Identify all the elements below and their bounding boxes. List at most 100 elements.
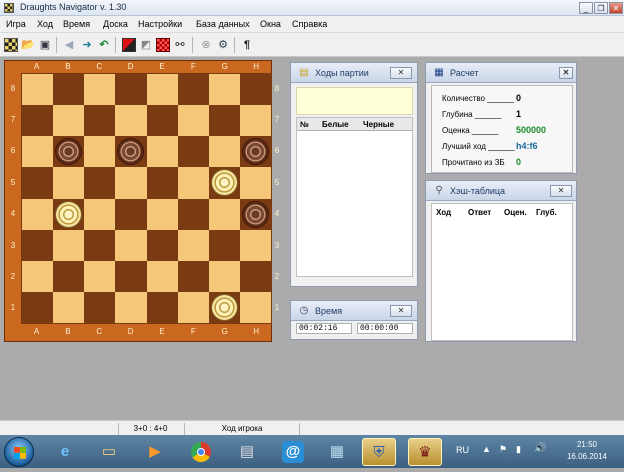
square-h4[interactable] — [239, 198, 271, 230]
square-h8[interactable] — [239, 74, 271, 106]
square-g2[interactable] — [208, 260, 240, 292]
square-f6[interactable] — [177, 136, 209, 168]
edit-icon[interactable]: ◩ — [139, 38, 153, 52]
control-panel-icon[interactable]: ▦ — [320, 438, 354, 466]
open-icon[interactable]: 📂 — [21, 38, 35, 52]
binoculars-icon[interactable]: ⚯ — [173, 38, 187, 52]
square-a1[interactable] — [22, 291, 54, 323]
square-b1[interactable] — [53, 291, 85, 323]
square-g5[interactable] — [208, 167, 240, 199]
network-icon[interactable]: ▮ — [516, 444, 521, 455]
square-g1[interactable] — [208, 291, 240, 323]
square-e1[interactable] — [146, 291, 178, 323]
square-c4[interactable] — [84, 198, 116, 230]
document-icon[interactable]: ▤ — [230, 438, 264, 466]
explorer-icon[interactable]: ▭ — [92, 438, 126, 466]
square-e8[interactable] — [146, 74, 178, 106]
moves-comment-field[interactable] — [296, 87, 413, 115]
menu-time[interactable]: Время — [63, 19, 90, 29]
draughts-app-icon[interactable]: ♛ — [408, 438, 442, 466]
square-c5[interactable] — [84, 167, 116, 199]
square-h7[interactable] — [239, 105, 271, 137]
time-panel-close-button[interactable]: ✕ — [390, 305, 412, 317]
square-c1[interactable] — [84, 291, 116, 323]
board-red-icon[interactable] — [122, 38, 136, 52]
square-c6[interactable] — [84, 136, 116, 168]
settings-icon[interactable]: ⚙ — [216, 38, 230, 52]
square-e7[interactable] — [146, 105, 178, 137]
square-a4[interactable] — [22, 198, 54, 230]
chrome-icon[interactable] — [184, 438, 218, 466]
square-e3[interactable] — [146, 229, 178, 261]
square-d8[interactable] — [115, 74, 147, 106]
square-a8[interactable] — [22, 74, 54, 106]
ie-icon[interactable]: e — [48, 438, 82, 466]
white-piece-b4[interactable] — [56, 201, 82, 227]
square-a2[interactable] — [22, 260, 54, 292]
language-indicator[interactable]: RU — [456, 445, 469, 455]
square-b6[interactable] — [53, 136, 85, 168]
square-h3[interactable] — [239, 229, 271, 261]
square-f4[interactable] — [177, 198, 209, 230]
media-player-icon[interactable]: ▶ — [138, 438, 172, 466]
square-e5[interactable] — [146, 167, 178, 199]
square-g8[interactable] — [208, 74, 240, 106]
menu-game[interactable]: Игра — [6, 19, 26, 29]
help-icon[interactable]: ¶ — [240, 38, 254, 52]
square-f1[interactable] — [177, 291, 209, 323]
square-a7[interactable] — [22, 105, 54, 137]
square-d2[interactable] — [115, 260, 147, 292]
security-icon[interactable]: ⛨ — [362, 438, 396, 466]
minimize-button[interactable]: _ — [579, 2, 593, 14]
menu-windows[interactable]: Окна — [260, 19, 281, 29]
square-g3[interactable] — [208, 229, 240, 261]
square-f3[interactable] — [177, 229, 209, 261]
flag-icon[interactable]: ⚑ — [499, 444, 507, 455]
square-e4[interactable] — [146, 198, 178, 230]
close-window-button[interactable]: ✕ — [609, 2, 623, 14]
square-h6[interactable] — [239, 136, 271, 168]
square-b5[interactable] — [53, 167, 85, 199]
square-h5[interactable] — [239, 167, 271, 199]
black-piece-h4[interactable] — [242, 201, 268, 227]
square-b2[interactable] — [53, 260, 85, 292]
white-piece-g1[interactable] — [211, 294, 237, 320]
square-f8[interactable] — [177, 74, 209, 106]
square-b7[interactable] — [53, 105, 85, 137]
square-g7[interactable] — [208, 105, 240, 137]
new-board-icon[interactable] — [4, 38, 18, 52]
square-d3[interactable] — [115, 229, 147, 261]
square-d6[interactable] — [115, 136, 147, 168]
forward-icon[interactable]: ➜ — [80, 38, 94, 52]
square-c7[interactable] — [84, 105, 116, 137]
square-c8[interactable] — [84, 74, 116, 106]
volume-icon[interactable]: 🔊 — [534, 443, 546, 454]
moves-table[interactable]: № Белые Черные — [296, 117, 413, 277]
mail-icon[interactable]: @ — [276, 438, 310, 466]
square-e2[interactable] — [146, 260, 178, 292]
square-a6[interactable] — [22, 136, 54, 168]
menu-help[interactable]: Справка — [292, 19, 327, 29]
black-piece-h6[interactable] — [242, 139, 268, 165]
hash-table[interactable]: Ход Ответ Оцен. Глуб. — [431, 203, 573, 341]
square-d7[interactable] — [115, 105, 147, 137]
board-grid[interactable] — [21, 73, 272, 324]
square-d4[interactable] — [115, 198, 147, 230]
square-h2[interactable] — [239, 260, 271, 292]
square-g6[interactable] — [208, 136, 240, 168]
square-b4[interactable] — [53, 198, 85, 230]
square-a3[interactable] — [22, 229, 54, 261]
restore-button[interactable]: ❐ — [594, 2, 608, 14]
back-icon[interactable]: ◀ — [62, 38, 76, 52]
square-c3[interactable] — [84, 229, 116, 261]
square-f7[interactable] — [177, 105, 209, 137]
square-f2[interactable] — [177, 260, 209, 292]
square-e6[interactable] — [146, 136, 178, 168]
square-b8[interactable] — [53, 74, 85, 106]
start-button[interactable] — [4, 437, 34, 467]
clock[interactable]: 21:50 16.06.2014 — [562, 439, 612, 463]
white-piece-g5[interactable] — [211, 170, 237, 196]
tray-arrow-icon[interactable]: ▲ — [482, 444, 491, 454]
undo-icon[interactable]: ↶ — [97, 38, 111, 52]
grid-icon[interactable] — [156, 38, 170, 52]
